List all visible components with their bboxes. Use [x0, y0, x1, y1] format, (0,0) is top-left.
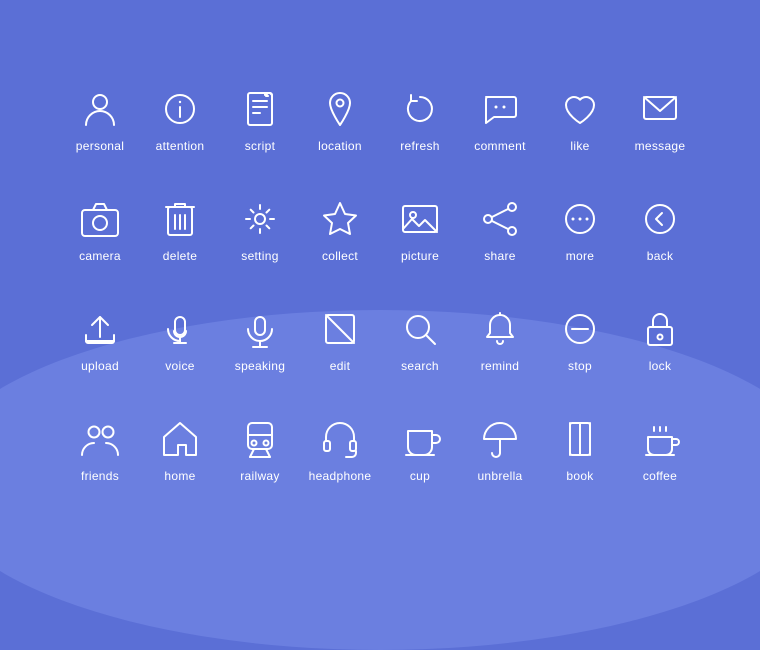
icon-camera: camera: [60, 197, 140, 263]
icon-more: more: [540, 197, 620, 263]
icon-script-label: script: [245, 139, 275, 153]
icon-setting-label: setting: [241, 249, 278, 263]
icon-picture: picture: [380, 197, 460, 263]
icon-attention-label: attention: [156, 139, 205, 153]
icon-speaking-label: speaking: [235, 359, 285, 373]
icon-comment-label: comment: [474, 139, 525, 153]
icon-remind-label: remind: [481, 359, 519, 373]
icon-cup: cup: [380, 417, 460, 483]
icon-collect-label: collect: [322, 249, 358, 263]
icon-delete-label: delete: [163, 249, 198, 263]
icon-picture-label: picture: [401, 249, 439, 263]
icon-refresh: refresh: [380, 87, 460, 153]
icon-coffee-label: coffee: [643, 469, 677, 483]
icon-more-label: more: [566, 249, 595, 263]
icon-remind: remind: [460, 307, 540, 373]
icon-message: message: [620, 87, 700, 153]
icon-book-label: book: [566, 469, 593, 483]
icon-message-label: message: [635, 139, 686, 153]
icon-location: location: [300, 87, 380, 153]
icon-camera-label: camera: [79, 249, 121, 263]
icon-attention: attention: [140, 87, 220, 153]
icon-railway: railway: [220, 417, 300, 483]
icon-like: like: [540, 87, 620, 153]
icon-edit-label: edit: [330, 359, 351, 373]
icon-headphone-label: headphone: [309, 469, 372, 483]
icon-railway-label: railway: [240, 469, 279, 483]
icon-lock-label: lock: [649, 359, 672, 373]
icon-edit: edit: [300, 307, 380, 373]
icon-friends-label: friends: [81, 469, 119, 483]
icon-headphone: headphone: [300, 417, 380, 483]
icon-home: home: [140, 417, 220, 483]
icon-upload-label: upload: [81, 359, 119, 373]
icon-book: book: [540, 417, 620, 483]
icon-setting: setting: [220, 197, 300, 263]
icon-back-label: back: [647, 249, 674, 263]
icon-speaking: speaking: [220, 307, 300, 373]
icon-like-label: like: [570, 139, 589, 153]
icon-collect: collect: [300, 197, 380, 263]
icon-search-label: search: [401, 359, 439, 373]
icon-personal: personal: [60, 87, 140, 153]
icon-back: back: [620, 197, 700, 263]
icon-search: search: [380, 307, 460, 373]
icon-voice: voice: [140, 307, 220, 373]
icon-share-label: share: [484, 249, 516, 263]
icon-upload: upload: [60, 307, 140, 373]
icon-cup-label: cup: [410, 469, 430, 483]
icon-share: share: [460, 197, 540, 263]
icon-unbrella: unbrella: [460, 417, 540, 483]
icon-script: script: [220, 87, 300, 153]
icon-coffee: coffee: [620, 417, 700, 483]
icon-grid: personal attention script location: [60, 65, 700, 505]
icon-stop: stop: [540, 307, 620, 373]
icon-refresh-label: refresh: [400, 139, 439, 153]
icon-home-label: home: [164, 469, 195, 483]
icon-voice-label: voice: [165, 359, 195, 373]
icon-lock: lock: [620, 307, 700, 373]
icon-unbrella-label: unbrella: [477, 469, 522, 483]
icon-location-label: location: [318, 139, 362, 153]
icon-personal-label: personal: [76, 139, 124, 153]
icon-stop-label: stop: [568, 359, 592, 373]
icon-friends: friends: [60, 417, 140, 483]
icon-comment: comment: [460, 87, 540, 153]
icon-delete: delete: [140, 197, 220, 263]
